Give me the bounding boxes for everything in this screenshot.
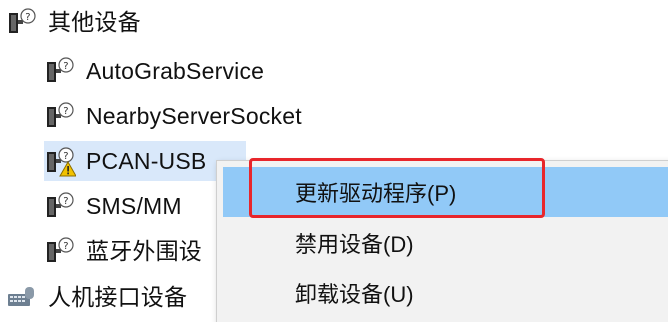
tree-item-label: AutoGrabService [86, 58, 265, 84]
tree-category-other-devices[interactable]: ? 其他设备 [6, 2, 141, 42]
unknown-device-icon: ? [6, 6, 38, 38]
svg-text:?: ? [63, 106, 69, 117]
tree-item-label: PCAN-USB [86, 148, 207, 174]
svg-text:?: ? [25, 12, 31, 23]
menu-item-update-driver[interactable]: 更新驱动程序(P) [223, 167, 668, 217]
unknown-device-warning-icon: ? [44, 145, 76, 177]
unknown-device-icon: ? [44, 235, 76, 267]
svg-text:?: ? [63, 196, 69, 207]
tree-category-label: 其他设备 [48, 9, 141, 35]
tree-item-sms-mm[interactable]: ? SMS/MM [44, 186, 182, 226]
context-menu: 更新驱动程序(P) 禁用设备(D) 卸载设备(U) [216, 160, 668, 322]
tree-item-label: SMS/MM [86, 193, 182, 219]
menu-item-uninstall-device[interactable]: 卸载设备(U) [223, 268, 668, 318]
menu-item-label: 更新驱动程序(P) [295, 181, 457, 206]
unknown-device-icon: ? [44, 55, 76, 87]
menu-item-disable-device[interactable]: 禁用设备(D) [223, 218, 668, 268]
tree-item-label: 蓝牙外围设 [86, 238, 202, 264]
tree-category-hid[interactable]: 人机接口设备 [6, 277, 187, 317]
tree-item-bluetooth-peripheral[interactable]: ? 蓝牙外围设 [44, 231, 202, 271]
tree-item-label: NearbyServerSocket [86, 103, 302, 129]
menu-item-label: 卸载设备(U) [295, 282, 414, 307]
menu-item-label: 禁用设备(D) [295, 232, 414, 257]
tree-category-label: 人机接口设备 [48, 284, 188, 310]
unknown-device-icon: ? [44, 100, 76, 132]
hid-device-icon [6, 281, 38, 313]
device-manager-view: ? 其他设备 ? AutoGrabService ? NearbyServerS… [0, 0, 668, 322]
svg-text:?: ? [63, 151, 69, 162]
tree-item-nearbyserversocket[interactable]: ? NearbyServerSocket [44, 96, 302, 136]
tree-item-autograbservice[interactable]: ? AutoGrabService [44, 51, 264, 91]
svg-text:?: ? [63, 241, 69, 252]
unknown-device-icon: ? [44, 190, 76, 222]
svg-text:?: ? [63, 61, 69, 72]
